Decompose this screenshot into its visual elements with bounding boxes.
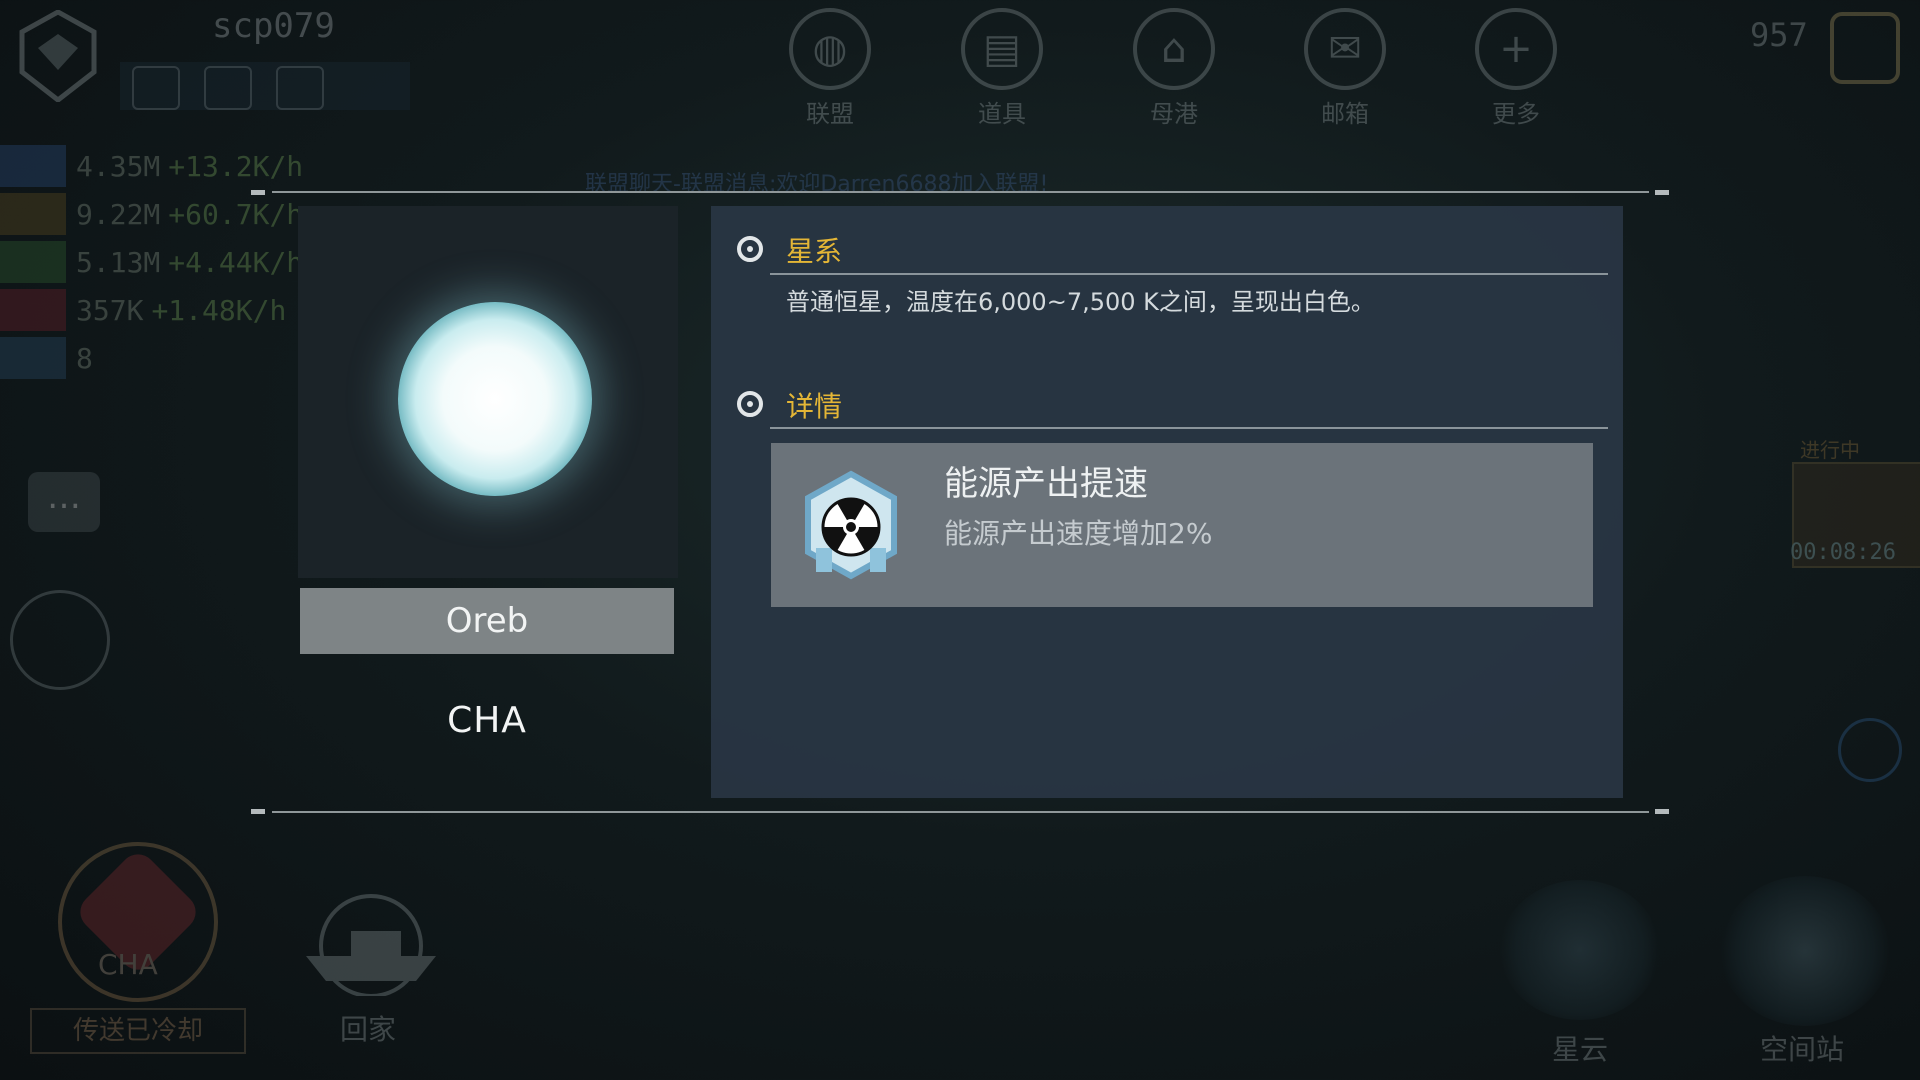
cha-label: CHA bbox=[98, 948, 158, 981]
nav-label: 邮箱 bbox=[1321, 100, 1369, 128]
section-bullet-icon bbox=[737, 391, 763, 417]
crystal-icon bbox=[0, 241, 66, 283]
eye-icon bbox=[0, 337, 66, 379]
buff-title: 能源产出提速 bbox=[944, 464, 1148, 504]
section-divider bbox=[770, 273, 1608, 275]
avatar[interactable] bbox=[10, 590, 110, 690]
nav-label: 道具 bbox=[978, 100, 1026, 128]
nebula-button[interactable] bbox=[1500, 880, 1660, 1020]
medal-icon[interactable] bbox=[276, 66, 324, 110]
resource-rate: +1.48K/h bbox=[151, 293, 287, 327]
chat-button[interactable]: … bbox=[28, 472, 100, 532]
home-ship-icon[interactable] bbox=[296, 886, 446, 996]
nav-mail[interactable]: ✉ 邮箱 bbox=[1290, 8, 1400, 129]
space-station-button[interactable] bbox=[1720, 876, 1890, 1026]
medal-icon[interactable] bbox=[132, 66, 180, 110]
nav-more[interactable]: + 更多 bbox=[1461, 8, 1571, 129]
white-star-image bbox=[398, 302, 592, 496]
inventory-icon: ▤ bbox=[961, 8, 1043, 90]
section-divider bbox=[770, 427, 1608, 429]
plus-icon: + bbox=[1475, 8, 1557, 90]
galaxy-description: 普通恒星，温度在6,000~7,500 K之间，呈现出白色。 bbox=[786, 288, 1375, 316]
space-station-label: 空间站 bbox=[1760, 1033, 1845, 1066]
nav-label: 母港 bbox=[1150, 100, 1198, 128]
globe-icon: ◍ bbox=[789, 8, 871, 90]
resource-amount: 4.35M bbox=[76, 149, 161, 183]
resource-rate: +4.44K/h bbox=[168, 245, 304, 279]
player-rank-icon[interactable] bbox=[18, 10, 98, 102]
dialog-bottom-border bbox=[272, 811, 1649, 813]
teleport-cooldown-button[interactable]: 传送已冷却 bbox=[30, 1008, 246, 1054]
resource-rate: +13.2K/h bbox=[168, 149, 304, 183]
resource-rate: +60.7K/h bbox=[168, 197, 304, 231]
section-title-galaxy: 星系 bbox=[786, 235, 843, 268]
dialog-corner bbox=[1655, 809, 1669, 814]
star-faction: CHA bbox=[447, 700, 527, 741]
home-label: 回家 bbox=[340, 1013, 397, 1046]
nav-items[interactable]: ▤ 道具 bbox=[947, 8, 1057, 129]
nav-label: 联盟 bbox=[806, 100, 854, 128]
task-timer: 00:08:26 bbox=[1790, 540, 1896, 565]
chat-ticker[interactable]: 联盟聊天-联盟消息:欢迎Darren6688加入联盟! bbox=[585, 166, 1048, 198]
player-medals[interactable] bbox=[120, 62, 410, 110]
mothership-icon: ⌂ bbox=[1133, 8, 1215, 90]
section-bullet-icon bbox=[737, 236, 763, 262]
info-icon[interactable] bbox=[1838, 718, 1902, 782]
resource-row[interactable]: 4.35M +13.2K/h bbox=[0, 142, 380, 190]
resource-amount: 9.22M bbox=[76, 197, 161, 231]
credits-icon[interactable] bbox=[1830, 12, 1900, 84]
section-title-details: 详情 bbox=[786, 390, 843, 423]
medal-icon[interactable] bbox=[204, 66, 252, 110]
dialog-corner bbox=[251, 809, 265, 814]
nav-mothership[interactable]: ⌂ 母港 bbox=[1119, 8, 1229, 129]
buff-description: 能源产出速度增加2% bbox=[944, 517, 1213, 550]
nebula-label: 星云 bbox=[1552, 1033, 1609, 1066]
in-progress-label: 进行中 bbox=[1800, 438, 1860, 462]
resource-amount: 5.13M bbox=[76, 245, 161, 279]
resource-amount: 357K bbox=[76, 293, 144, 327]
dialog-corner bbox=[1655, 190, 1669, 195]
credits-amount: 957 bbox=[1750, 16, 1808, 54]
dialog-top-border bbox=[272, 191, 1649, 193]
star-name: Oreb bbox=[300, 588, 674, 654]
radiation-icon bbox=[805, 470, 897, 580]
nav-alliance[interactable]: ◍ 联盟 bbox=[775, 8, 885, 129]
alloy-icon bbox=[0, 289, 66, 331]
dialog-corner bbox=[251, 190, 265, 195]
ore-icon bbox=[0, 193, 66, 235]
player-name: scp079 bbox=[212, 6, 335, 46]
energy-icon bbox=[0, 145, 66, 187]
resource-amount: 8 bbox=[76, 341, 93, 375]
mail-icon: ✉ bbox=[1304, 8, 1386, 90]
nav-label: 更多 bbox=[1492, 100, 1540, 128]
